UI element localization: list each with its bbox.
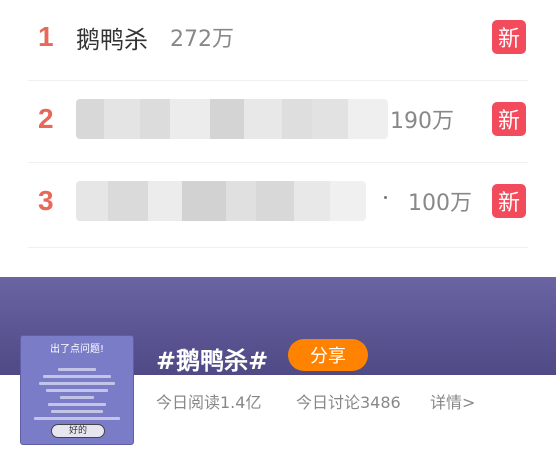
- hot-search-list: 1 鹅鸭杀 272万 新 2 190万 新 3 100万 新: [0, 0, 556, 250]
- topic-title[interactable]: #鹅鸭杀#: [156, 341, 268, 376]
- thumbnail-text-lines: [29, 364, 125, 424]
- hot-search-count: 100万: [408, 191, 472, 216]
- divider: [28, 247, 528, 248]
- blurred-title[interactable]: [76, 181, 366, 221]
- hot-search-title[interactable]: 鹅鸭杀: [76, 20, 148, 55]
- hot-search-item-3[interactable]: 3 100万 新: [28, 166, 528, 236]
- new-badge: 新: [492, 102, 526, 136]
- new-badge: 新: [492, 184, 526, 218]
- divider: [28, 162, 528, 163]
- thumbnail-title: 出了点问题!: [49, 344, 104, 355]
- discuss-stat: 今日讨论3486: [296, 393, 401, 412]
- share-button[interactable]: 分享: [288, 339, 368, 371]
- divider: [28, 80, 528, 81]
- hot-search-item-2[interactable]: 2 190万 新: [28, 84, 528, 154]
- read-stat: 今日阅读1.4亿: [156, 393, 262, 412]
- rank-number: 2: [38, 103, 54, 134]
- rank-number: 1: [38, 21, 54, 52]
- hot-search-item-1[interactable]: 1 鹅鸭杀 272万 新: [28, 2, 528, 72]
- rank-number: 3: [38, 185, 54, 216]
- topic-card: 出了点问题! 好的 #鹅鸭杀# 分享 今日阅读1.4亿 今日讨论3486 详情>: [0, 277, 556, 467]
- dot-mark: [384, 196, 387, 199]
- thumbnail-ok-button: 好的: [51, 424, 105, 438]
- hot-search-count: 272万: [170, 27, 234, 52]
- topic-thumbnail[interactable]: 出了点问题! 好的: [20, 335, 134, 445]
- new-badge: 新: [492, 20, 526, 54]
- hot-search-count: 190万: [390, 109, 454, 134]
- blurred-title[interactable]: [76, 99, 388, 139]
- detail-link[interactable]: 详情>: [430, 389, 475, 413]
